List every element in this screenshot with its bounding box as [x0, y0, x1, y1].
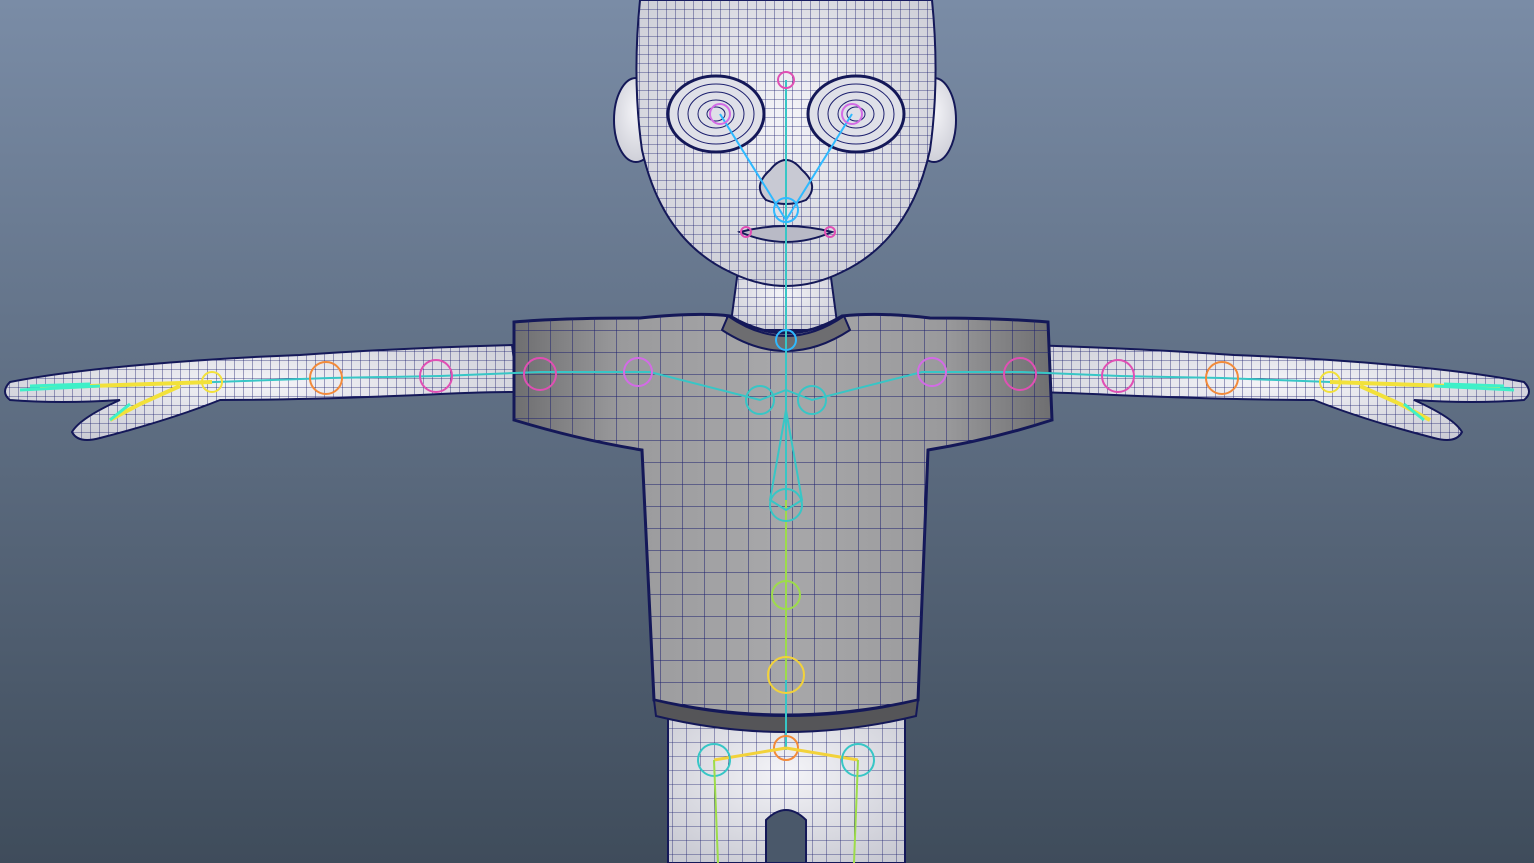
viewport-scene[interactable]	[0, 0, 1534, 863]
3d-viewport[interactable]	[0, 0, 1534, 863]
right-eye-mesh	[806, 74, 906, 154]
left-eye-mesh	[666, 74, 766, 154]
